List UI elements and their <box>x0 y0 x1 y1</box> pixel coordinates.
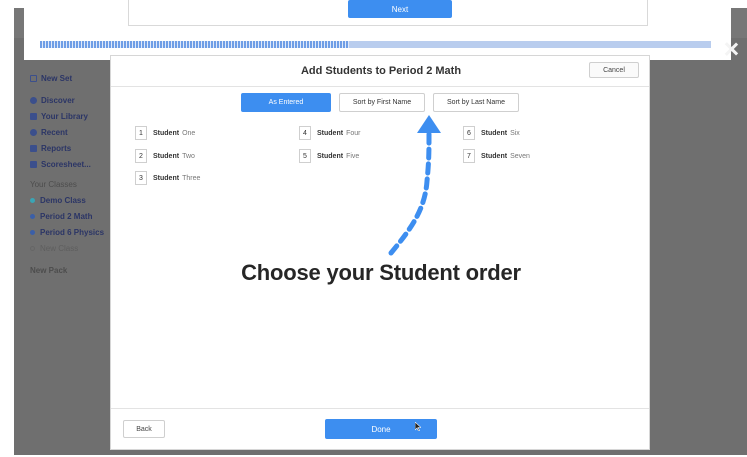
student-last-name: Four <box>346 129 361 137</box>
back-button[interactable]: Back <box>123 420 165 438</box>
student-number: 1 <box>135 126 147 140</box>
student-row: 6 Student Six <box>463 126 520 140</box>
student-first-name: Student <box>481 152 508 160</box>
sidebar-item-label: Scoresheet... <box>41 160 91 169</box>
sidebar-item-your-library[interactable]: Your Library <box>30 112 88 121</box>
sort-by-first-name-button[interactable]: Sort by First Name <box>339 93 425 112</box>
close-icon[interactable] <box>724 42 738 56</box>
plus-icon <box>30 246 35 251</box>
modal-title: Add Students to Period 2 Math <box>300 65 462 77</box>
sidebar-item-recent[interactable]: Recent <box>30 128 68 137</box>
sidebar-item-demo-class[interactable]: Demo Class <box>30 196 86 205</box>
sidebar-item-period-6-physics[interactable]: Period 6 Physics <box>30 228 104 237</box>
student-number: 6 <box>463 126 475 140</box>
mouse-cursor-icon <box>415 422 421 431</box>
sidebar-item-period-2-math[interactable]: Period 2 Math <box>30 212 92 221</box>
sidebar-classes-heading: Your Classes <box>30 180 77 189</box>
student-first-name: Student <box>153 152 180 160</box>
grid-icon <box>30 161 37 168</box>
sidebar-item-label: New Set <box>41 74 73 83</box>
student-row: 1 Student One <box>135 126 195 140</box>
screen: Next New Set Discover Your Library Recen… <box>0 0 747 457</box>
compass-icon <box>30 97 37 104</box>
student-number: 7 <box>463 149 475 163</box>
student-last-name: Two <box>182 152 195 160</box>
student-last-name: Six <box>510 129 520 137</box>
sidebar-item-label: Discover <box>41 96 75 105</box>
next-button[interactable]: Next <box>348 0 452 18</box>
folder-icon <box>30 113 37 120</box>
report-icon <box>30 145 37 152</box>
divider <box>111 86 649 87</box>
sidebar-new-pack[interactable]: New Pack <box>30 266 67 275</box>
cancel-button[interactable]: Cancel <box>589 62 639 78</box>
class-color-dot <box>30 214 35 219</box>
student-first-name: Student <box>317 129 344 137</box>
clock-icon <box>30 129 37 136</box>
new-set-icon <box>30 75 37 82</box>
student-first-name: Student <box>153 174 180 182</box>
previous-step-panel: Next <box>24 0 731 60</box>
student-last-name: One <box>182 129 196 137</box>
sidebar-item-label: Recent <box>41 128 68 137</box>
sidebar-item-label: Reports <box>41 144 72 153</box>
student-number: 2 <box>135 149 147 163</box>
class-color-dot <box>30 230 35 235</box>
student-first-name: Student <box>481 129 508 137</box>
student-number: 5 <box>299 149 311 163</box>
progress-bar-fill <box>40 41 349 48</box>
class-color-dot <box>30 198 35 203</box>
student-row: 4 Student Four <box>299 126 360 140</box>
progress-bar <box>40 41 711 48</box>
sidebar-new-class[interactable]: New Class <box>30 244 78 253</box>
sidebar-item-label: Your Library <box>41 112 88 121</box>
divider <box>111 408 649 409</box>
student-row: 5 Student Five <box>299 149 359 163</box>
annotation-arrow-icon <box>388 115 441 256</box>
sidebar-item-label: New Class <box>40 244 79 253</box>
add-students-modal: Add Students to Period 2 Math Cancel As … <box>110 55 650 450</box>
student-number: 4 <box>299 126 311 140</box>
student-row: 7 Student Seven <box>463 149 530 163</box>
sidebar-item-label: Period 6 Physics <box>40 228 105 237</box>
student-first-name: Student <box>153 129 180 137</box>
sidebar-item-label: Period 2 Math <box>40 212 93 221</box>
student-row: 3 Student Three <box>135 171 200 185</box>
sort-as-entered-button[interactable]: As Entered <box>241 93 331 112</box>
student-first-name: Student <box>317 152 344 160</box>
sidebar-item-reports[interactable]: Reports <box>30 144 71 153</box>
student-last-name: Five <box>346 152 360 160</box>
student-number: 3 <box>135 171 147 185</box>
student-row: 2 Student Two <box>135 149 195 163</box>
sidebar-item-discover[interactable]: Discover <box>30 96 75 105</box>
sort-by-last-name-button[interactable]: Sort by Last Name <box>433 93 519 112</box>
student-last-name: Seven <box>510 152 530 160</box>
sidebar-new-set[interactable]: New Set <box>30 74 72 83</box>
student-last-name: Three <box>182 174 201 182</box>
annotation-caption: Choose your Student order <box>241 260 521 285</box>
sidebar-item-label: Demo Class <box>40 196 86 205</box>
sidebar-item-scoresheet[interactable]: Scoresheet... <box>30 160 91 169</box>
